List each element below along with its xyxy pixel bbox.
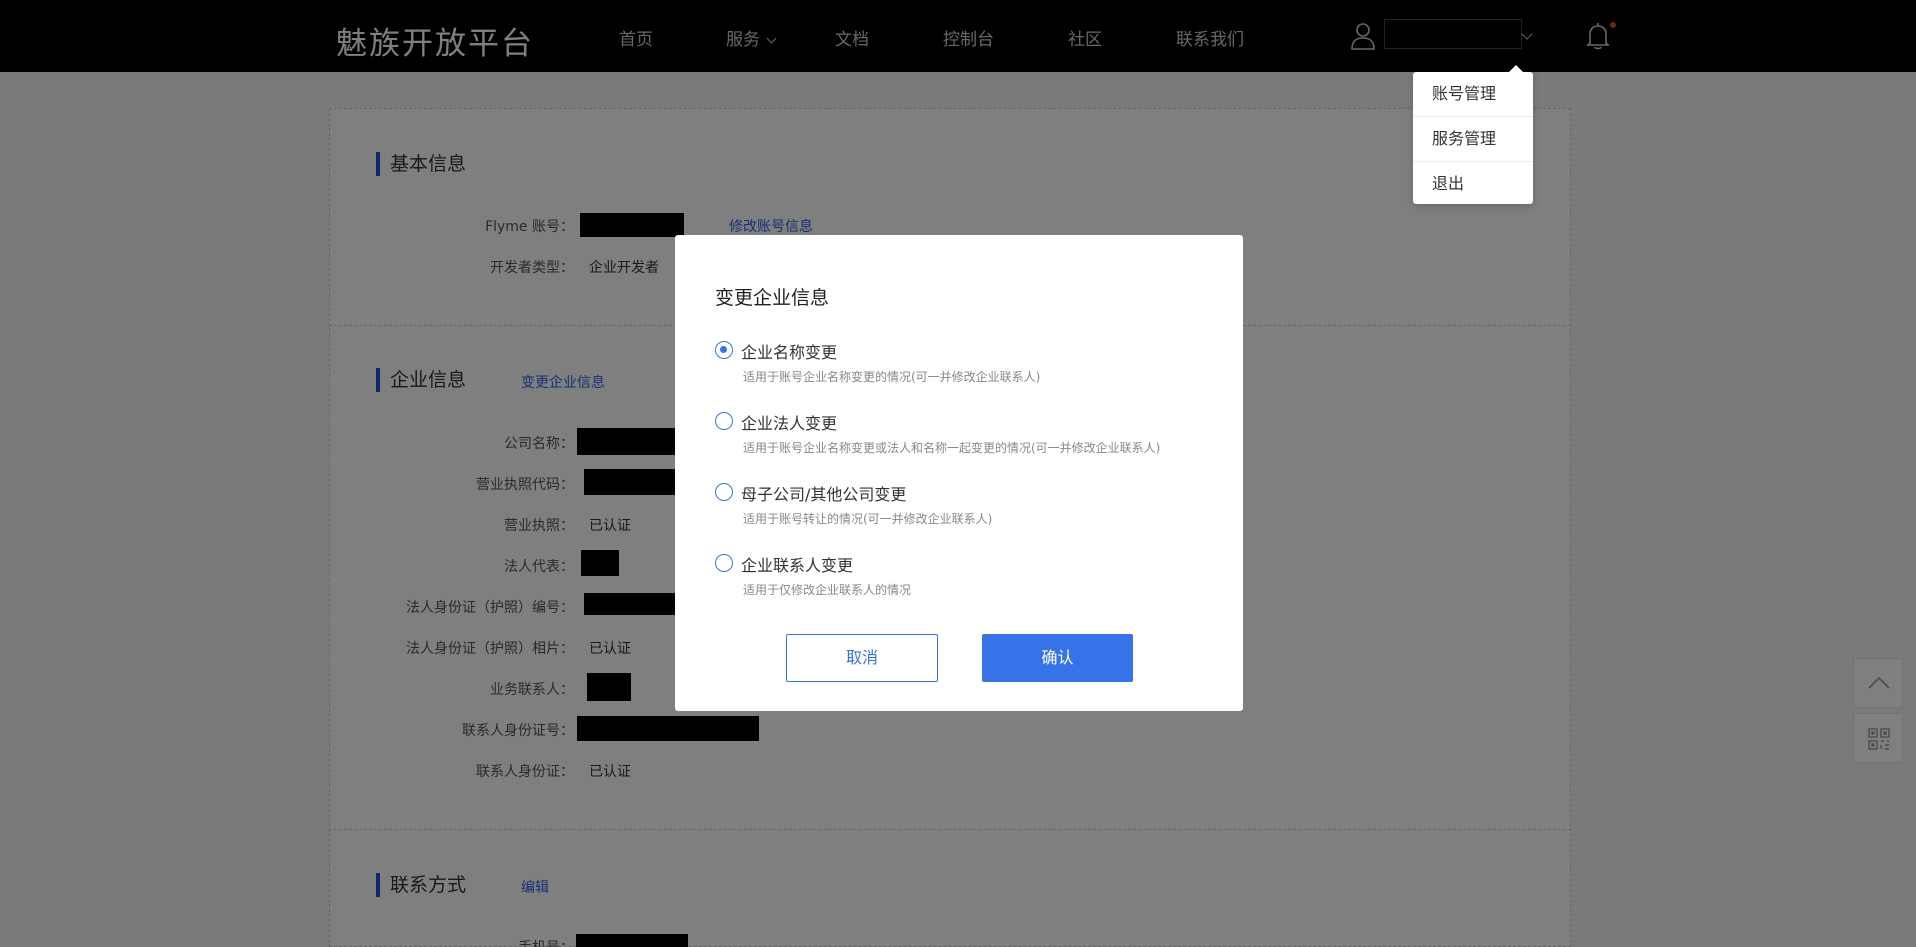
radio-button[interactable] (715, 412, 733, 430)
radio-button[interactable] (715, 554, 733, 572)
radio-button[interactable] (715, 483, 733, 501)
option-label: 企业法人变更 (741, 414, 838, 433)
option-label: 企业名称变更 (741, 343, 838, 362)
change-company-info-dialog: 变更企业信息 企业名称变更 适用于账号企业名称变更的情况(可一并修改企业联系人)… (675, 235, 1243, 711)
option-label: 母子公司/其他公司变更 (741, 485, 907, 504)
option-description: 适用于账号企业名称变更的情况(可一并修改企业联系人) (743, 370, 1041, 384)
dialog-title: 变更企业信息 (715, 287, 830, 309)
option-description: 适用于账号企业名称变更或法人和名称一起变更的情况(可一并修改企业联系人) (743, 441, 1161, 455)
option-label: 企业联系人变更 (741, 556, 854, 575)
radio-button-selected[interactable] (715, 341, 733, 359)
menu-item-logout[interactable]: 退出 (1413, 162, 1533, 206)
cancel-button[interactable]: 取消 (786, 634, 938, 682)
option-description: 适用于账号转让的情况(可一并修改企业联系人) (743, 512, 993, 526)
confirm-button[interactable]: 确认 (982, 634, 1133, 682)
menu-item-service-management[interactable]: 服务管理 (1413, 117, 1533, 161)
option-description: 适用于仅修改企业联系人的情况 (743, 583, 912, 597)
user-dropdown-menu: 账号管理 服务管理 退出 (1413, 65, 1533, 206)
menu-item-account-management[interactable]: 账号管理 (1413, 72, 1533, 116)
